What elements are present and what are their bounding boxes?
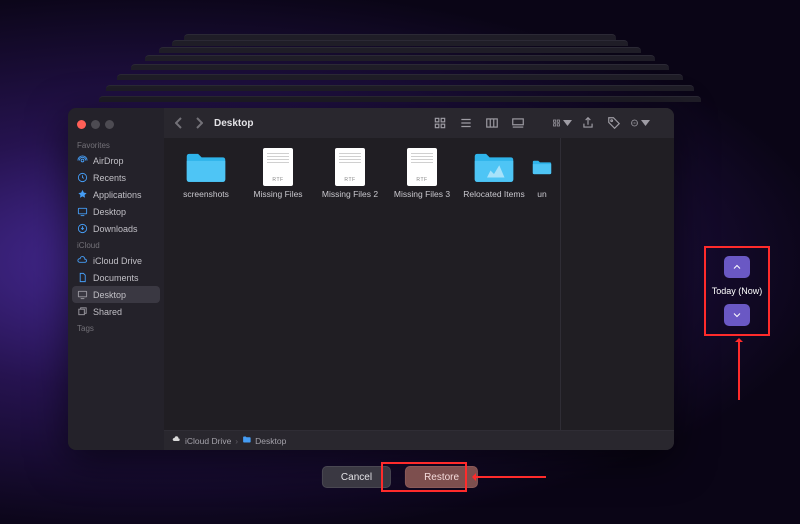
rtf-document-icon	[407, 148, 437, 186]
sidebar-item-documents[interactable]: Documents	[68, 269, 164, 286]
sidebar-item-label: Recents	[93, 173, 126, 183]
sidebar-item-label: AirDrop	[93, 156, 124, 166]
sidebar-item-label: Desktop	[93, 290, 126, 300]
sidebar-item-label: Documents	[93, 273, 139, 283]
sidebar-item-applications[interactable]: Applications	[68, 186, 164, 203]
minimize-window-button[interactable]	[91, 120, 100, 129]
main-panel: Desktop screenshots Missing F	[164, 108, 674, 450]
annotation-highlight	[381, 462, 467, 492]
action-menu-button[interactable]	[630, 113, 650, 133]
sidebar-item-icloud-drive[interactable]: iCloud Drive	[68, 252, 164, 269]
timeline-current-label: Today (Now)	[712, 286, 763, 296]
folder-item[interactable]: screenshots	[172, 148, 240, 200]
view-columns-button[interactable]	[482, 113, 502, 133]
timeline-stack-layer	[172, 40, 628, 46]
back-button[interactable]	[172, 113, 186, 133]
tags-button[interactable]	[604, 113, 624, 133]
rtf-document-icon	[335, 148, 365, 186]
sidebar-item-label: iCloud Drive	[93, 256, 142, 266]
view-list-button[interactable]	[456, 113, 476, 133]
sidebar-section-header: iCloud	[68, 237, 164, 252]
file-label: Missing Files 2	[322, 190, 378, 200]
timeline-navigator: Today (Now)	[704, 246, 770, 336]
sidebar-section-header: Favorites	[68, 137, 164, 152]
downloads-icon	[77, 223, 88, 234]
path-bar: iCloud Drive › Desktop	[164, 430, 674, 450]
file-item[interactable]: Missing Files	[244, 148, 312, 200]
file-item[interactable]: Missing Files 3	[388, 148, 456, 200]
path-segment[interactable]: iCloud Drive	[185, 436, 231, 446]
window-title: Desktop	[214, 118, 253, 129]
folder-icon	[185, 151, 227, 183]
folder-item[interactable]: Relocated Items	[460, 148, 528, 200]
timeline-stack-layer	[117, 74, 683, 80]
group-by-button[interactable]	[552, 113, 572, 133]
sidebar-item-desktop[interactable]: Desktop	[68, 203, 164, 220]
folder-icon	[242, 435, 251, 446]
timeline-back-button[interactable]	[724, 256, 750, 278]
cloud-icon	[172, 435, 181, 446]
sidebar-item-shared[interactable]: Shared	[68, 303, 164, 320]
file-label: Missing Files	[253, 190, 302, 200]
timeline-stack-layer	[99, 96, 701, 102]
view-gallery-button[interactable]	[508, 113, 528, 133]
folder-item-clipped[interactable]: un	[532, 148, 552, 200]
sidebar-item-label: Applications	[93, 190, 142, 200]
forward-button[interactable]	[192, 113, 206, 133]
file-label: screenshots	[183, 190, 229, 200]
sidebar-item-label: Shared	[93, 307, 122, 317]
sidebar: Favorites AirDrop Recents Applications D…	[68, 108, 164, 450]
content-area: screenshots Missing Files Missing Files …	[164, 138, 674, 430]
path-segment[interactable]: Desktop	[255, 436, 286, 446]
sidebar-item-label: Downloads	[93, 224, 138, 234]
finder-window: Favorites AirDrop Recents Applications D…	[68, 108, 674, 450]
timeline-stack-layer	[159, 47, 641, 53]
view-icons-button[interactable]	[430, 113, 450, 133]
file-item[interactable]: Missing Files 2	[316, 148, 384, 200]
chevron-right-icon: ›	[235, 436, 238, 446]
document-icon	[77, 272, 88, 283]
timeline-stack-layer	[145, 55, 655, 61]
airdrop-icon	[77, 155, 88, 166]
file-label: Relocated Items	[463, 190, 524, 200]
annotation-arrow	[474, 476, 546, 478]
shared-icon	[77, 306, 88, 317]
share-button[interactable]	[578, 113, 598, 133]
timeline-stack-layer	[106, 85, 694, 91]
preview-panel	[560, 138, 674, 430]
sidebar-item-airdrop[interactable]: AirDrop	[68, 152, 164, 169]
window-controls	[68, 114, 164, 137]
timeline-forward-button[interactable]	[724, 304, 750, 326]
sidebar-item-recents[interactable]: Recents	[68, 169, 164, 186]
folder-icon	[473, 151, 515, 183]
folder-icon	[532, 151, 552, 183]
file-grid[interactable]: screenshots Missing Files Missing Files …	[164, 138, 560, 430]
annotation-arrow	[738, 340, 740, 400]
file-label: un	[537, 190, 546, 200]
file-label: Missing Files 3	[394, 190, 450, 200]
sidebar-item-desktop-icloud[interactable]: Desktop	[72, 286, 160, 303]
apps-icon	[77, 189, 88, 200]
sidebar-section-header: Tags	[68, 320, 164, 335]
zoom-window-button[interactable]	[105, 120, 114, 129]
rtf-document-icon	[263, 148, 293, 186]
close-window-button[interactable]	[77, 120, 86, 129]
sidebar-item-label: Desktop	[93, 207, 126, 217]
toolbar: Desktop	[164, 108, 674, 138]
desktop-icon	[77, 206, 88, 217]
cloud-icon	[77, 255, 88, 266]
timeline-stack-layer	[131, 64, 669, 70]
sidebar-item-downloads[interactable]: Downloads	[68, 220, 164, 237]
desktop-icon	[77, 289, 88, 300]
clock-icon	[77, 172, 88, 183]
